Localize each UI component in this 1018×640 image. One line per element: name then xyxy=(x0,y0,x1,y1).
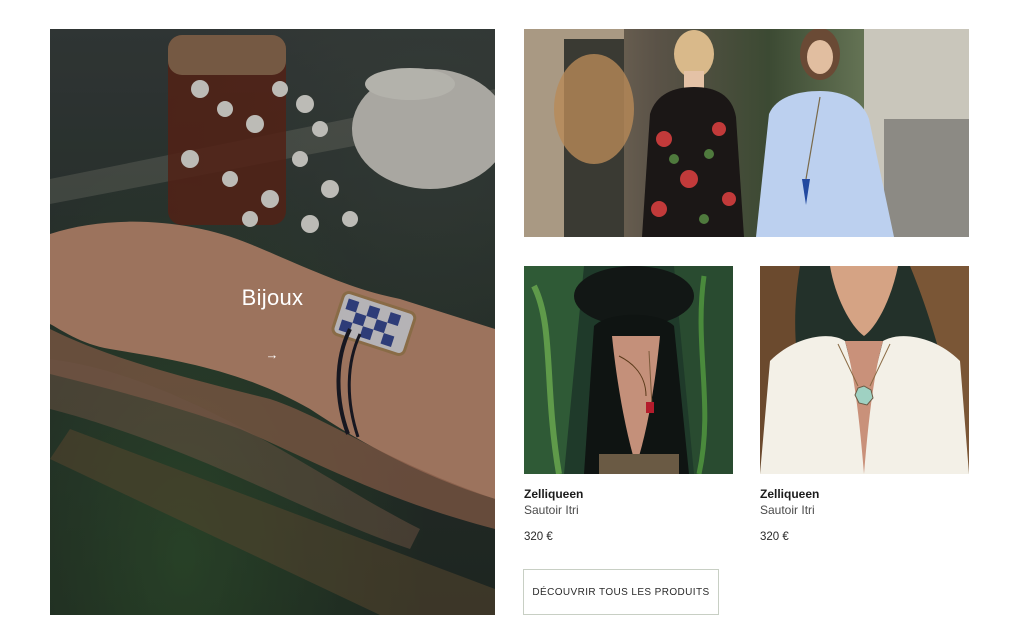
product-name[interactable]: Sautoir Itri xyxy=(760,503,969,517)
lookbook-banner[interactable] xyxy=(524,29,969,237)
product-photo xyxy=(524,266,733,474)
arrow-right-icon[interactable]: → xyxy=(262,347,282,363)
product-card[interactable]: Zelliqueen Sautoir Itri 320 € xyxy=(760,266,969,543)
product-card[interactable]: Zelliqueen Sautoir Itri 320 € xyxy=(524,266,733,543)
product-name[interactable]: Sautoir Itri xyxy=(524,503,733,517)
discover-all-products-button[interactable]: DÉCOUVRIR TOUS LES PRODUITS xyxy=(523,569,719,615)
hero-overlay xyxy=(50,29,495,615)
product-price: 320 € xyxy=(524,531,553,543)
hero-title: Bijoux xyxy=(241,285,304,310)
category-hero-bijoux[interactable]: Bijoux → xyxy=(50,29,495,615)
product-photo xyxy=(760,266,969,474)
product-brand[interactable]: Zelliqueen xyxy=(760,487,969,501)
product-price: 320 € xyxy=(760,531,789,543)
product-image[interactable] xyxy=(760,266,969,474)
product-image[interactable] xyxy=(524,266,733,474)
banner-photo xyxy=(524,29,969,237)
product-brand[interactable]: Zelliqueen xyxy=(524,487,733,501)
